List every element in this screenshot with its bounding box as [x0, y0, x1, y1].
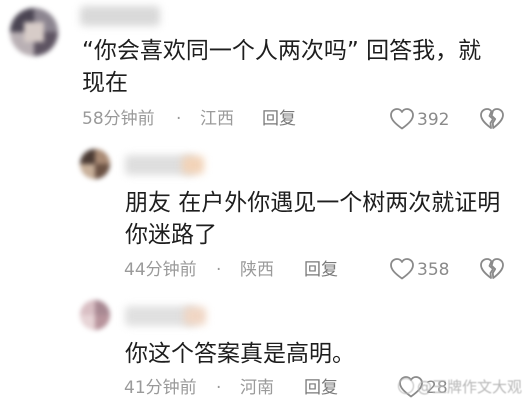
like-button[interactable]: 358	[389, 257, 449, 283]
timestamp: 44分钟前	[124, 260, 197, 280]
location: 河南	[240, 378, 274, 398]
reply-button[interactable]: 回复	[262, 107, 296, 131]
comment-text-line: 朋友 在户外你遇见一个树两次就证明	[125, 190, 501, 216]
separator-dot: ·	[216, 260, 222, 280]
like-count: 358	[417, 260, 450, 280]
comment-text: 朋友 在户外你遇见一个树两次就证明 你迷路了	[125, 187, 500, 251]
reply-button[interactable]: 回复	[304, 258, 338, 282]
comment-meta: 44分钟前 · 陕西 回复	[124, 258, 364, 282]
comment-text: “你会喜欢同一个人两次吗” 回答我，就 现在	[82, 35, 481, 99]
avatar[interactable]	[80, 300, 110, 330]
broken-heart-icon	[480, 258, 504, 279]
comment-text-line: “你会喜欢同一个人两次吗” 回答我，就	[82, 38, 482, 64]
separator-dot: ·	[216, 378, 222, 398]
location: 陕西	[240, 260, 274, 280]
user-badge-blurred	[182, 156, 204, 174]
reply-button[interactable]: 回复	[304, 376, 338, 400]
comment-meta: 58分钟前 · 江西 回复	[82, 107, 322, 131]
dislike-button[interactable]	[479, 107, 505, 131]
like-count: 392	[417, 110, 450, 130]
comment-2: 朋友 在户外你遇见一个树两次就证明 你迷路了 44分钟前 · 陕西 回复 358	[0, 140, 530, 290]
comment-text-line: 现在	[82, 70, 128, 96]
broken-heart-icon	[480, 108, 504, 129]
comment-text: 你这个答案真是高明。	[125, 338, 355, 370]
comment-text-line: 你迷路了	[125, 222, 217, 248]
avatar[interactable]	[80, 149, 110, 179]
user-badge-blurred	[184, 307, 206, 325]
weibo-logo-icon	[398, 378, 414, 394]
avatar[interactable]	[10, 8, 58, 56]
separator-dot: ·	[176, 109, 182, 129]
comment-meta: 41分钟前 · 河南 回复	[124, 376, 364, 400]
dislike-button[interactable]	[479, 257, 505, 281]
username-blurred[interactable]	[80, 6, 160, 26]
like-button[interactable]: 392	[389, 107, 449, 133]
heart-outline-icon	[390, 108, 414, 130]
watermark: @王牌作文大观	[398, 376, 522, 397]
heart-outline-icon	[390, 258, 414, 280]
watermark-text: @王牌作文大观	[417, 378, 523, 396]
timestamp: 58分钟前	[82, 109, 155, 129]
comment-1: “你会喜欢同一个人两次吗” 回答我，就 现在 58分钟前 · 江西 回复 392	[0, 0, 530, 140]
comment-text-line: 你这个答案真是高明。	[125, 341, 355, 367]
location: 江西	[200, 109, 234, 129]
timestamp: 41分钟前	[124, 378, 197, 398]
